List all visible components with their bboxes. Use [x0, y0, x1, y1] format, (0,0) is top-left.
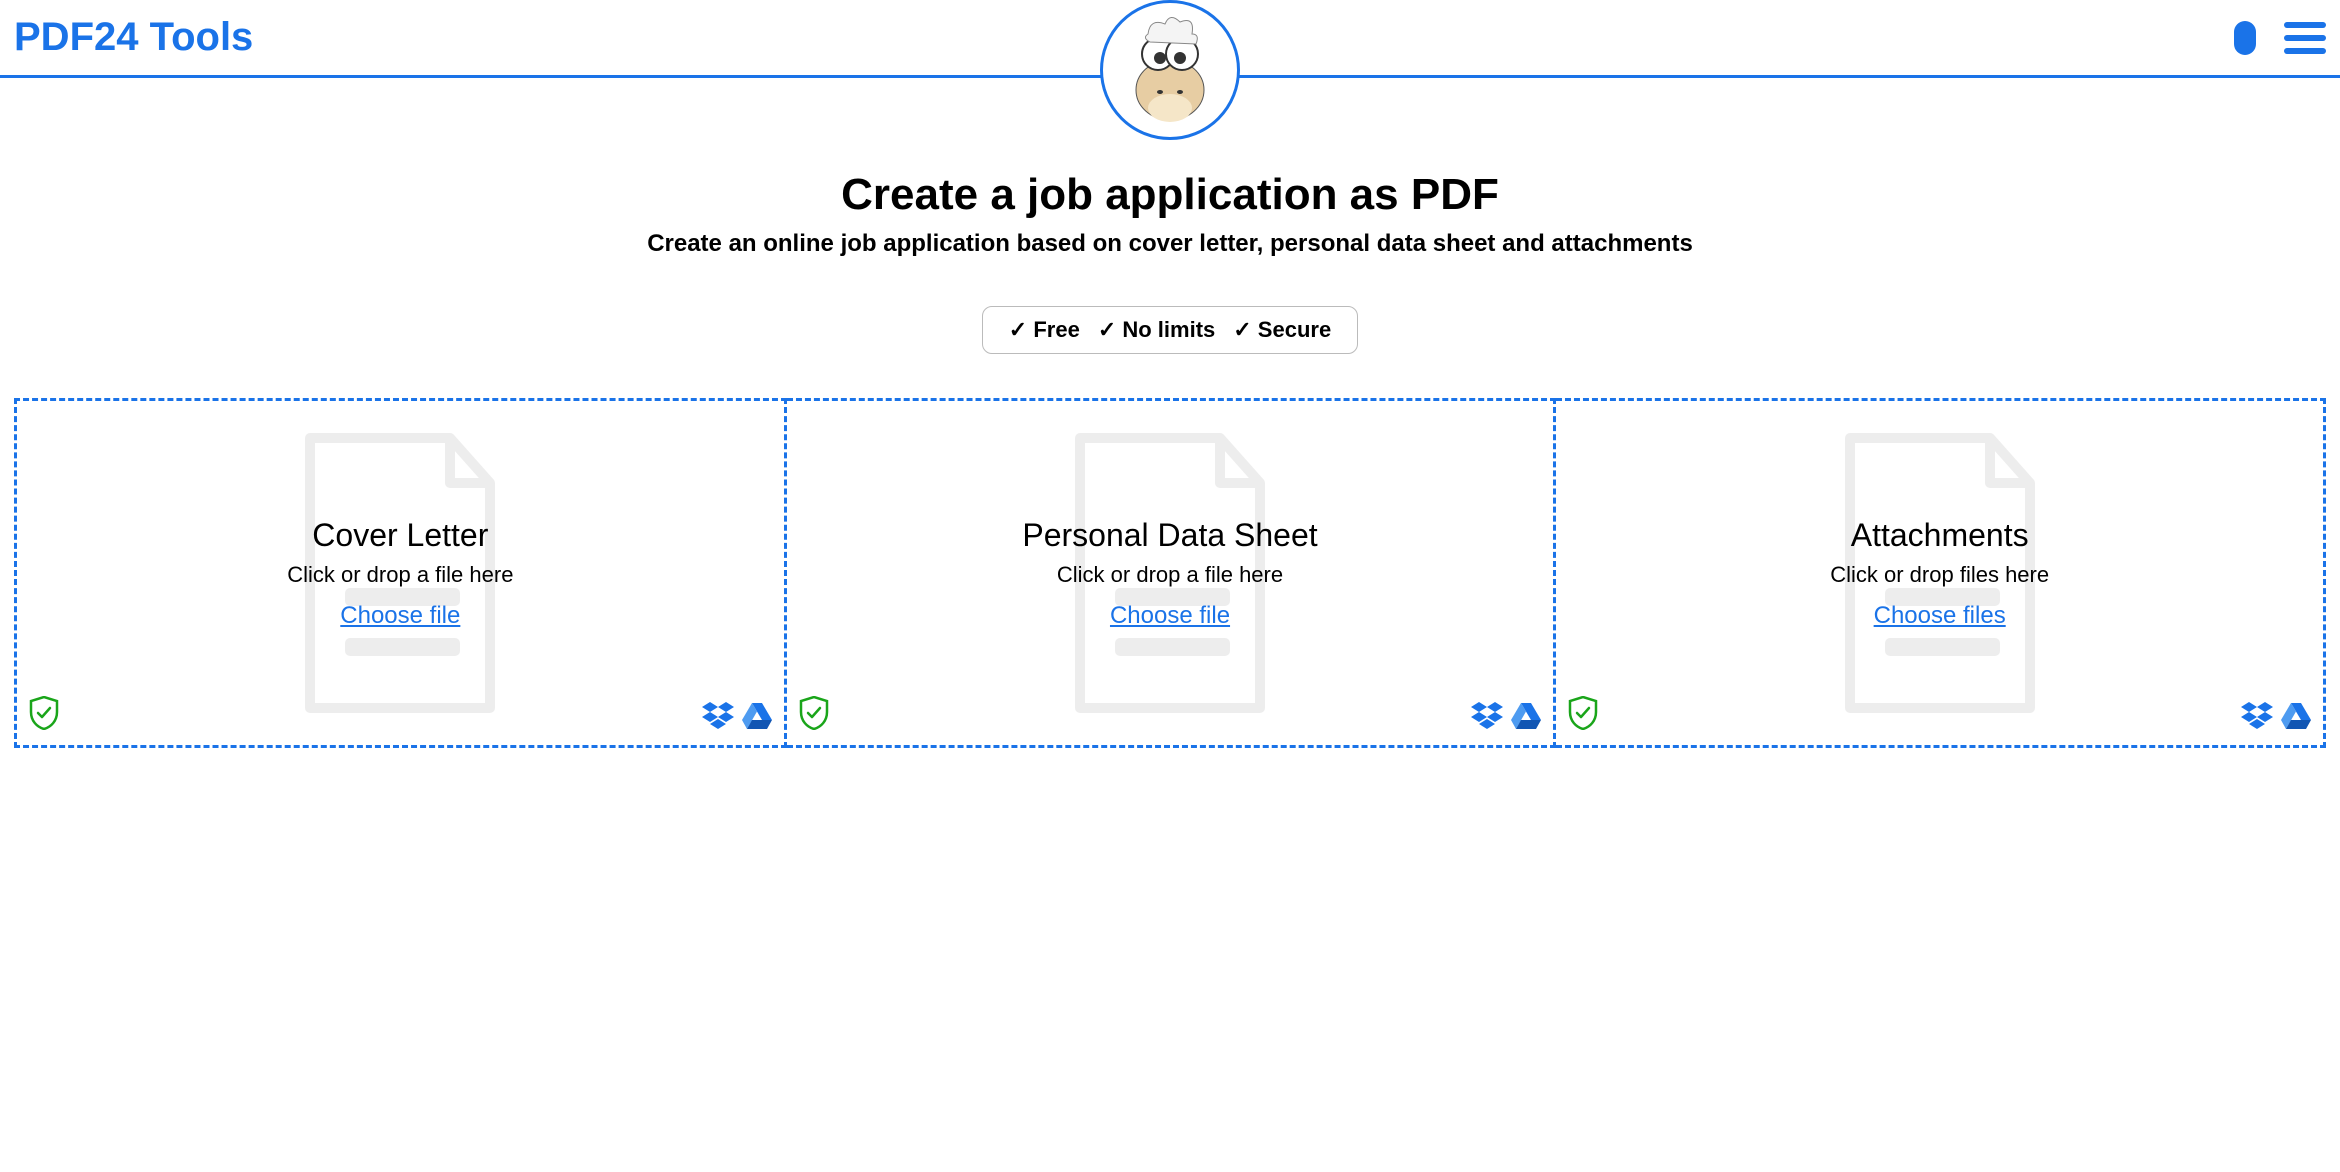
dropzone-hint: Click or drop a file here [1022, 562, 1317, 588]
badge-free: ✓ Free [1009, 317, 1080, 343]
dropzone-title: Attachments [1830, 517, 2049, 554]
dropzones-row: Cover Letter Click or drop a file here C… [0, 398, 2340, 762]
dropzone-title: Personal Data Sheet [1022, 517, 1317, 554]
google-drive-icon[interactable] [742, 703, 772, 734]
page-subtitle: Create an online job application based o… [0, 230, 2340, 258]
google-drive-icon[interactable] [1511, 703, 1541, 734]
dropzone-personal-data[interactable]: Personal Data Sheet Click or drop a file… [787, 398, 1557, 748]
dropbox-icon[interactable] [2241, 702, 2273, 735]
feature-badges: ✓ Free ✓ No limits ✓ Secure [982, 306, 1358, 354]
menu-icon[interactable] [2284, 22, 2326, 54]
mascot-logo[interactable] [1100, 0, 1240, 140]
badge-secure: ✓ Secure [1233, 317, 1331, 343]
header-actions [2234, 21, 2326, 55]
main-content: Create a job application as PDF Create a… [0, 78, 2340, 762]
badge-nolimits: ✓ No limits [1098, 317, 1215, 343]
dropbox-icon[interactable] [1471, 702, 1503, 735]
dropbox-icon[interactable] [702, 702, 734, 735]
dropzone-attachments[interactable]: Attachments Click or drop files here Cho… [1556, 398, 2326, 748]
account-icon[interactable] [2234, 21, 2256, 55]
choose-files-link[interactable]: Choose files [1874, 602, 2006, 629]
choose-file-link[interactable]: Choose file [340, 602, 460, 629]
brand-logo[interactable]: PDF24 Tools [14, 15, 253, 60]
dropzone-hint: Click or drop files here [1830, 562, 2049, 588]
shield-icon[interactable] [29, 696, 59, 735]
dropzone-hint: Click or drop a file here [287, 562, 513, 588]
page-title: Create a job application as PDF [0, 170, 2340, 220]
dropzone-title: Cover Letter [287, 517, 513, 554]
shield-icon[interactable] [799, 696, 829, 735]
dropzone-cover-letter[interactable]: Cover Letter Click or drop a file here C… [14, 398, 787, 748]
choose-file-link[interactable]: Choose file [1110, 602, 1230, 629]
google-drive-icon[interactable] [2281, 703, 2311, 734]
shield-icon[interactable] [1568, 696, 1598, 735]
header: PDF24 Tools [0, 0, 2340, 78]
